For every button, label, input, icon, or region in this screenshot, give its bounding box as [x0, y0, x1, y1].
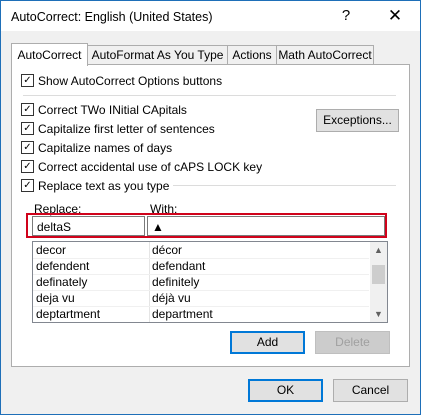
add-button[interactable]: Add: [230, 331, 305, 354]
checkbox-label: Capitalize names of days: [38, 141, 173, 155]
list-item-with: décor: [152, 243, 183, 257]
list-item-with: defendant: [152, 259, 206, 273]
checkbox-label: Capitalize first letter of sentences: [38, 122, 215, 136]
tab-actions[interactable]: Actions: [227, 45, 277, 65]
tab-autoformat-as-you-type[interactable]: AutoFormat As You Type: [87, 45, 228, 65]
replacement-list[interactable]: decor décor defendent defendant definate…: [32, 241, 388, 323]
scroll-down-icon[interactable]: ▼: [370, 306, 387, 322]
checkbox-label: Replace text as you type: [38, 179, 170, 193]
list-item-with: definitely: [152, 275, 200, 289]
list-item-replace: definately: [36, 275, 88, 289]
checkbox-label: Show AutoCorrect Options buttons: [38, 74, 223, 88]
list-item-with: department: [152, 307, 213, 321]
scrollbar-thumb[interactable]: [372, 265, 385, 284]
checkbox-box[interactable]: ✓: [21, 122, 34, 135]
separator: [23, 95, 396, 96]
help-button[interactable]: ?: [332, 5, 360, 27]
checkbox-box[interactable]: ✓: [21, 103, 34, 116]
list-scrollbar[interactable]: ▲ ▼: [370, 242, 387, 322]
cancel-button[interactable]: Cancel: [333, 379, 408, 402]
list-item-with: déjà vu: [152, 291, 191, 305]
checkbox-label: Correct TWo INitial CApitals: [38, 103, 187, 117]
scroll-up-icon[interactable]: ▲: [370, 242, 387, 258]
list-item-replace: defendent: [36, 259, 90, 273]
list-item[interactable]: deja vu déjà vu: [33, 290, 369, 306]
delete-button[interactable]: Delete: [315, 331, 390, 354]
dialog-title: AutoCorrect: English (United States): [11, 10, 213, 24]
checkbox-box[interactable]: ✓: [21, 141, 34, 154]
list-item[interactable]: definately definitely: [33, 274, 369, 290]
checkbox-box[interactable]: ✓: [21, 74, 34, 87]
list-item[interactable]: deptartment department: [33, 306, 369, 322]
list-item-replace: decor: [36, 243, 67, 257]
group-separator: [173, 185, 396, 186]
highlight-box: [26, 213, 387, 238]
autocorrect-dialog: AutoCorrect: English (United States) ? ✕…: [0, 0, 421, 415]
title-bar: AutoCorrect: English (United States) ? ✕: [1, 1, 420, 31]
list-item-replace: deja vu: [36, 291, 75, 305]
exceptions-button[interactable]: Exceptions...: [316, 109, 399, 132]
list-item[interactable]: decor décor: [33, 242, 369, 258]
checkbox-box[interactable]: ✓: [21, 179, 34, 192]
list-item[interactable]: defendent defendant: [33, 258, 369, 274]
ok-button[interactable]: OK: [248, 379, 323, 402]
checkbox-box[interactable]: ✓: [21, 160, 34, 173]
tab-autocorrect[interactable]: AutoCorrect: [11, 43, 88, 66]
close-button[interactable]: ✕: [377, 5, 413, 27]
checkbox-label: Correct accidental use of cAPS LOCK key: [38, 160, 263, 174]
tab-math-autocorrect[interactable]: Math AutoCorrect: [276, 45, 374, 65]
list-item-replace: deptartment: [36, 307, 101, 321]
